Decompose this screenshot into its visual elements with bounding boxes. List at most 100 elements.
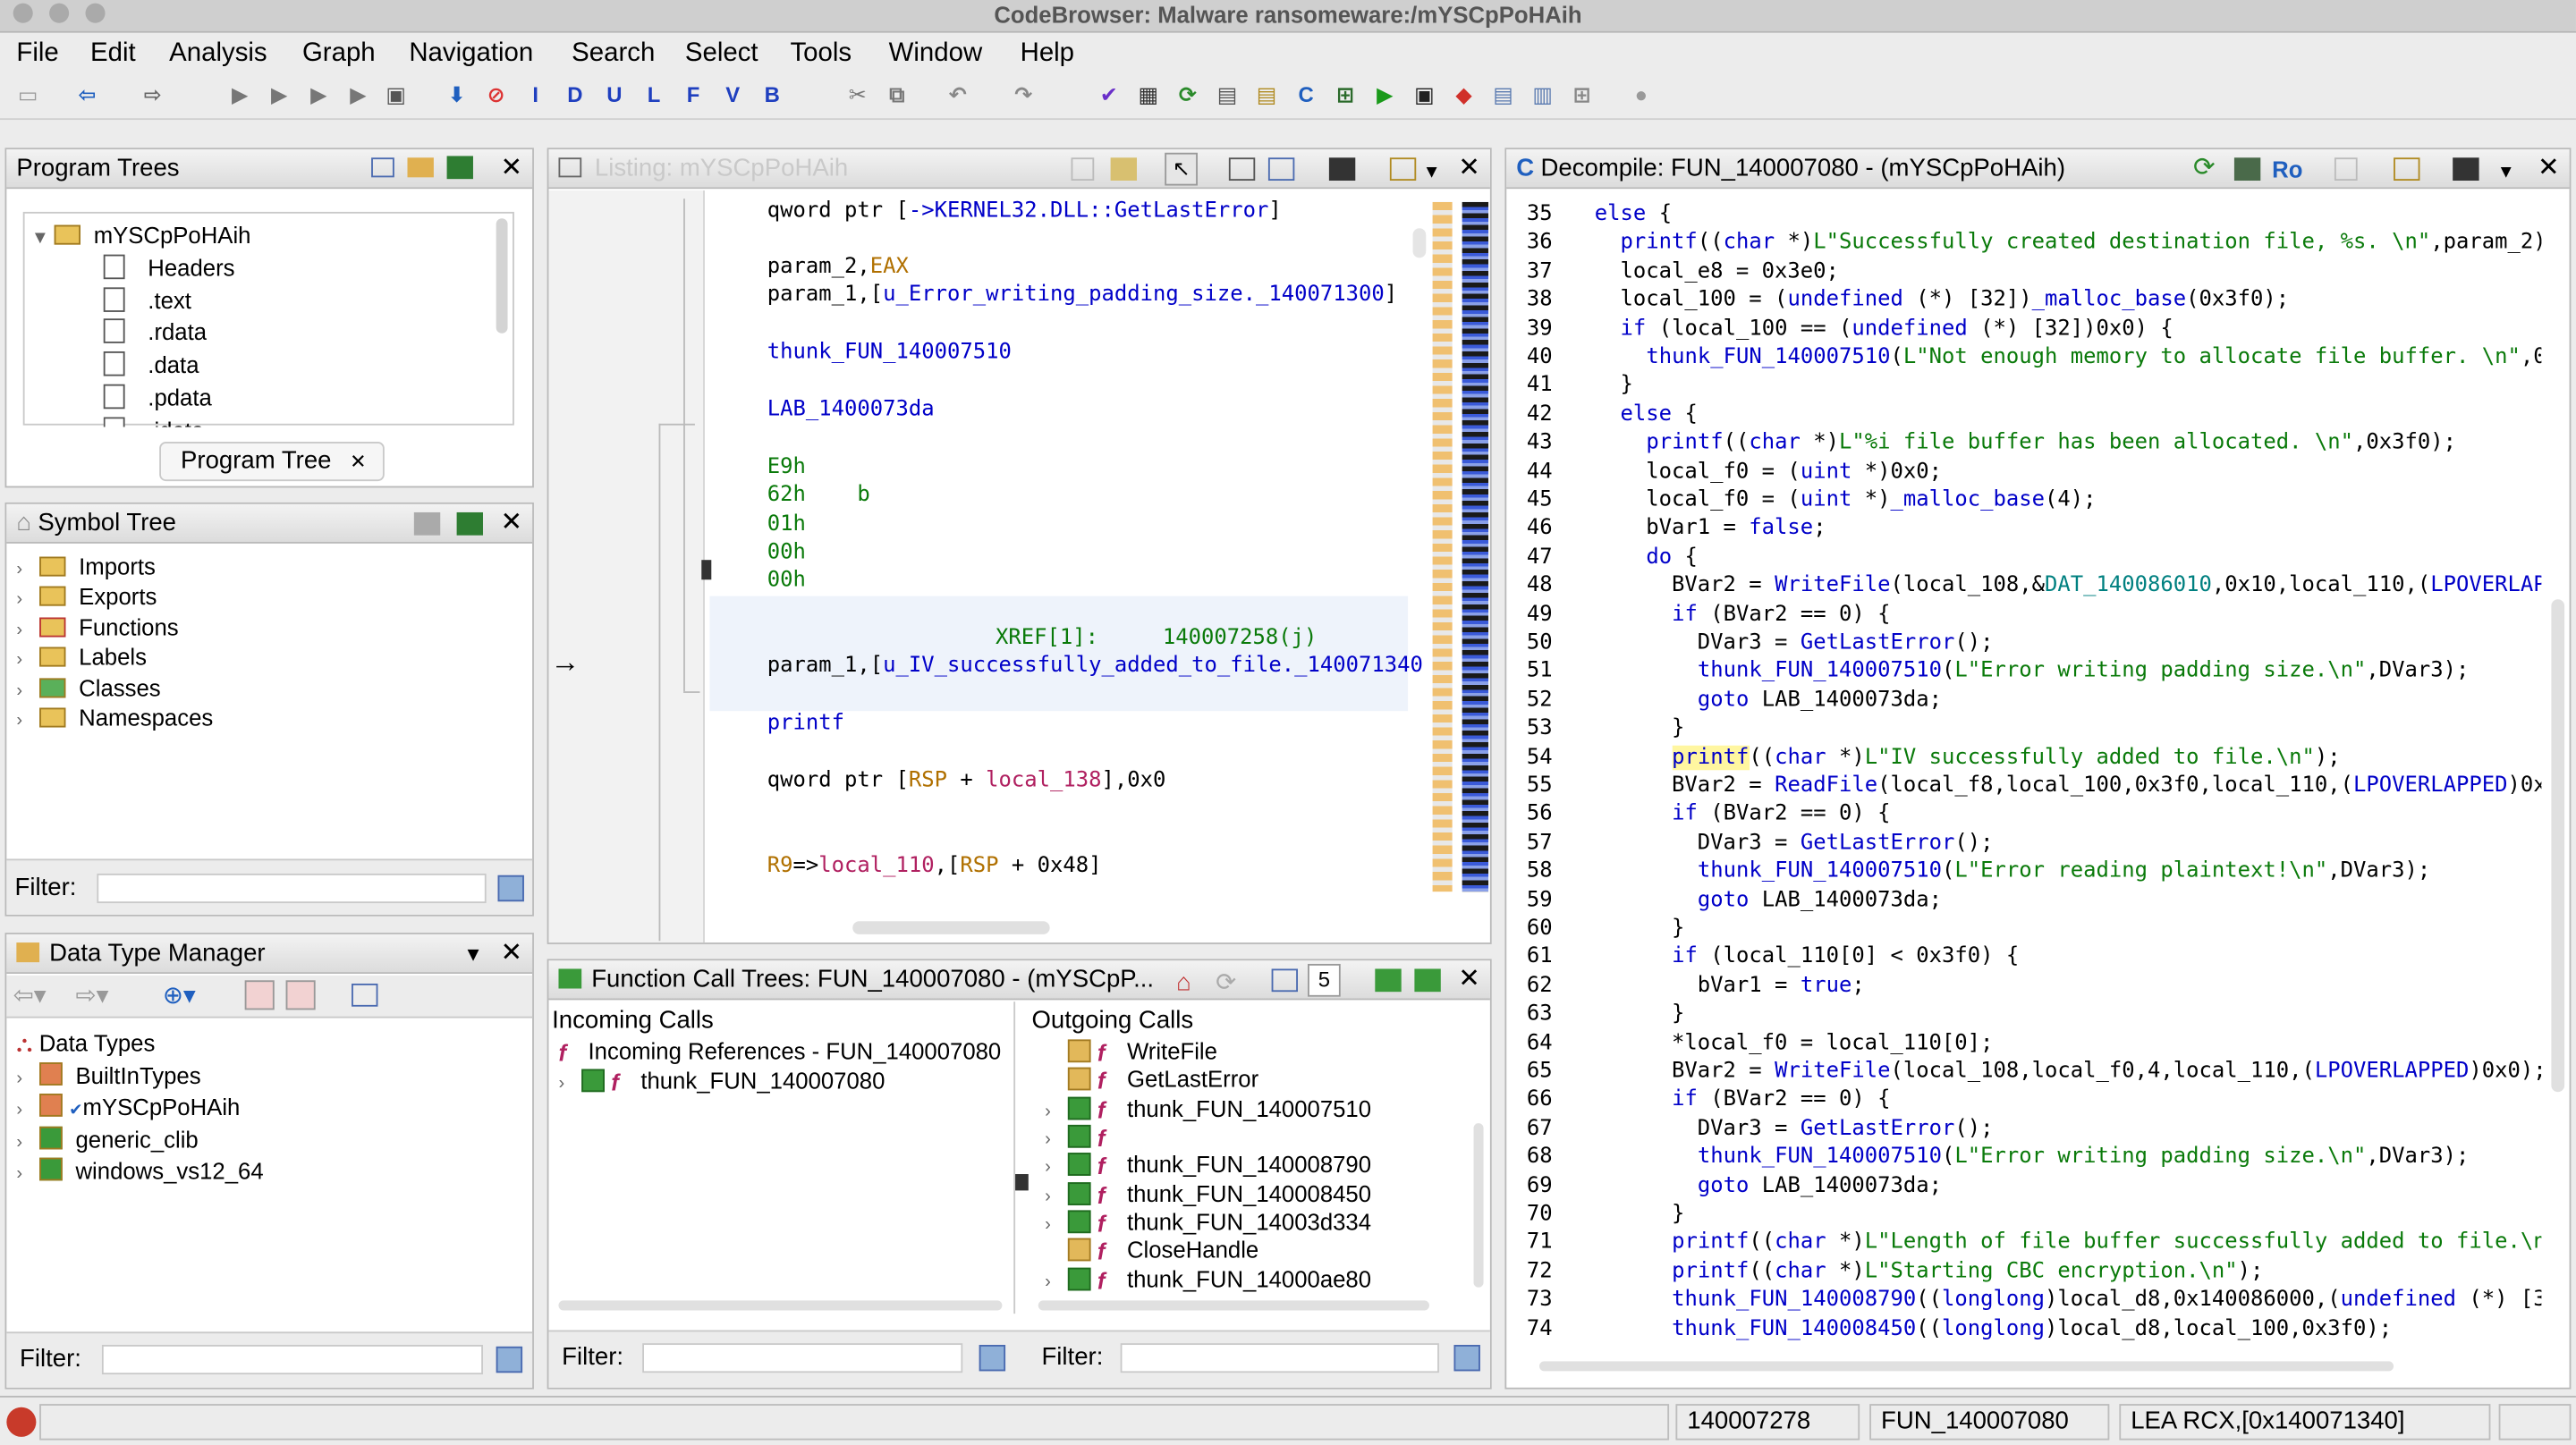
nav-label-icon[interactable]: ▣ — [383, 82, 409, 108]
listing-line[interactable]: thunk_FUN_140007510 — [767, 340, 1012, 365]
undo-icon[interactable]: ↶ — [945, 82, 970, 108]
filter-pointers-icon[interactable] — [285, 980, 316, 1010]
minimize-window-button[interactable] — [49, 3, 70, 23]
save-icon[interactable]: ▭ — [15, 82, 41, 108]
decompile-line[interactable]: 65 BVar2 = WriteFile(local_108,local_f0,… — [1516, 1058, 2541, 1086]
decompile-line[interactable]: 71 printf((char *)L"Length of file buffe… — [1516, 1229, 2541, 1257]
outgoing-filter-input[interactable] — [1120, 1343, 1439, 1373]
nav-data-icon[interactable]: ▶ — [267, 82, 292, 108]
close-window-button[interactable] — [13, 3, 33, 23]
decompile-line[interactable]: 57 DVar3 = GetLastError(); — [1516, 829, 1994, 858]
collapse-all-icon[interactable] — [352, 984, 378, 1007]
snapshot-icon[interactable] — [2453, 157, 2479, 182]
dtm-filter-input[interactable] — [101, 1345, 483, 1375]
listing-line[interactable]: printf — [767, 711, 844, 736]
scrollbar[interactable] — [496, 218, 508, 334]
decompile-line[interactable]: 49 if (BVar2 == 0) { — [1516, 600, 1891, 629]
outgoing-item[interactable]: › f thunk_FUN_140008790 — [1045, 1151, 1371, 1177]
new-view-icon[interactable] — [371, 157, 394, 178]
decompile-line[interactable]: 58 thunk_FUN_140007510(L"Error reading p… — [1516, 858, 2430, 886]
overview-bar[interactable] — [1432, 201, 1453, 892]
memory-icon[interactable]: ▦ — [1135, 82, 1161, 108]
nav-undefined-icon[interactable]: ▶ — [345, 82, 371, 108]
navigate-outgoing-icon[interactable] — [1414, 968, 1441, 993]
listing-xref[interactable]: XREF[1]: 140007258(j) — [996, 626, 1317, 651]
dtm-program-types[interactable]: › ✔mYSCpPoHAih — [16, 1094, 240, 1120]
tree-item-rdata[interactable]: .rdata — [103, 318, 207, 345]
scrollbar[interactable] — [558, 1300, 1003, 1311]
decompile-line[interactable]: 41 } — [1516, 372, 1633, 401]
zoom-window-button[interactable] — [85, 3, 106, 23]
tree-item-pdata[interactable]: .pdata — [103, 384, 212, 410]
help-bubble-icon[interactable]: ● — [1628, 82, 1654, 108]
decompile-line[interactable]: 37 local_e8 = 0x3e0; — [1516, 258, 1839, 286]
chevron-down-icon[interactable]: ▼ — [463, 934, 483, 974]
variable-V-icon[interactable]: V — [719, 82, 745, 108]
decompile-hscrollbar[interactable] — [1538, 1361, 2394, 1372]
graph-icon[interactable] — [2233, 157, 2261, 182]
filter-options-icon[interactable] — [1453, 1345, 1480, 1372]
copy-icon[interactable]: ⧉ — [884, 82, 910, 108]
decompile-line[interactable]: 54 printf((char *)L"IV successfully adde… — [1516, 743, 2341, 772]
decompile-line[interactable]: 40 thunk_FUN_140007510(L"Not enough memo… — [1516, 343, 2541, 372]
close-icon[interactable]: ✕ — [500, 504, 522, 544]
program-tree-root[interactable]: ▼ mYSCpPoHAih — [31, 222, 251, 248]
function-graph-icon[interactable]: ⊞ — [1333, 82, 1359, 108]
forward-arrow-icon[interactable]: ⇨ — [140, 82, 165, 108]
decompile-line[interactable]: 39 if (local_100 == (undefined (*) [32])… — [1516, 315, 2174, 343]
outgoing-item[interactable]: f WriteFile — [1045, 1038, 1217, 1064]
home-icon[interactable]: ⌂ — [1176, 964, 1191, 1003]
edit-icon[interactable] — [2394, 157, 2420, 182]
decompile-vscrollbar[interactable] — [2551, 599, 2565, 1093]
decompile-line[interactable]: 44 local_f0 = (uint *)0x0; — [1516, 458, 1942, 486]
down-arrow-icon[interactable]: ⬇ — [444, 82, 470, 108]
tree-item-data[interactable]: .data — [103, 351, 199, 377]
incoming-item[interactable]: › f thunk_FUN_140007080 — [558, 1068, 885, 1094]
menu-file[interactable]: File — [16, 39, 58, 69]
decompile-line[interactable]: 59 goto LAB_1400073da; — [1516, 886, 1942, 915]
menu-help[interactable]: Help — [1021, 39, 1074, 69]
decompile-line[interactable]: 74 thunk_FUN_140008450((longlong)local_d… — [1516, 1314, 2392, 1343]
menu-edit[interactable]: Edit — [90, 39, 136, 69]
symbol-filter-input[interactable] — [97, 873, 487, 904]
refresh-icon[interactable]: ⟳ — [1216, 964, 1236, 1003]
field-edit-icon[interactable] — [1228, 157, 1256, 182]
listing-line[interactable]: 00h — [767, 540, 806, 565]
folder-icon[interactable] — [407, 157, 434, 178]
menu-tools[interactable]: Tools — [790, 39, 852, 69]
dtm-generic-clib[interactable]: › generic_clib — [16, 1126, 199, 1153]
console-icon[interactable]: ▣ — [1411, 82, 1437, 108]
decompile-line[interactable]: 43 printf((char *)L"%i file buffer has b… — [1516, 429, 2456, 458]
outgoing-item[interactable]: f CloseHandle — [1045, 1237, 1258, 1263]
decompile-line[interactable]: 45 local_f0 = (uint *)_malloc_base(4); — [1516, 486, 2097, 515]
redo-icon[interactable]: ↷ — [1011, 82, 1037, 108]
function-F-icon[interactable]: F — [680, 82, 706, 108]
undefined-U-icon[interactable]: U — [601, 82, 627, 108]
decompile-line[interactable]: 50 DVar3 = GetLastError(); — [1516, 629, 1994, 657]
bookmark-icon[interactable]: ◆ — [1451, 82, 1477, 108]
paste-icon[interactable] — [1110, 157, 1137, 182]
decompile-code[interactable]: 35 else {36 printf((char *)L"Successfull… — [1506, 200, 2541, 1356]
decompile-line[interactable]: 46 bVar1 = false; — [1516, 515, 1826, 544]
decompile-line[interactable]: 67 DVar3 = GetLastError(); — [1516, 1115, 1994, 1144]
decompile-line[interactable]: 73 thunk_FUN_140008790((longlong)local_d… — [1516, 1286, 2541, 1314]
symbol-labels[interactable]: › Labels — [16, 644, 147, 670]
recurse-icon[interactable] — [1271, 968, 1298, 993]
splitter-handle[interactable] — [1015, 1174, 1029, 1191]
filter-icon[interactable] — [413, 511, 441, 536]
filter-options-icon[interactable] — [496, 1346, 523, 1373]
symbol-classes[interactable]: › Classes — [16, 675, 160, 701]
decompile-line[interactable]: 60 } — [1516, 915, 1685, 943]
decompile-line[interactable]: 68 thunk_FUN_140007510(L"Error writing p… — [1516, 1143, 2469, 1171]
data-D-icon[interactable]: D — [562, 82, 588, 108]
new-window-icon[interactable] — [456, 511, 483, 536]
outgoing-item[interactable]: f GetLastError — [1045, 1066, 1258, 1092]
incoming-filter-input[interactable] — [642, 1343, 963, 1373]
copy-icon[interactable] — [2334, 157, 2358, 182]
decompile-line[interactable]: 52 goto LAB_1400073da; — [1516, 686, 1942, 714]
outgoing-item[interactable]: › f thunk_FUN_14000ae80 — [1045, 1266, 1371, 1292]
listing-line[interactable]: qword ptr [->KERNEL32.DLL::GetLastError] — [767, 199, 1282, 224]
menu-search[interactable]: Search — [572, 39, 655, 69]
refresh-icon[interactable]: ⟳ — [1174, 82, 1200, 108]
menu-navigation[interactable]: Navigation — [409, 39, 533, 69]
